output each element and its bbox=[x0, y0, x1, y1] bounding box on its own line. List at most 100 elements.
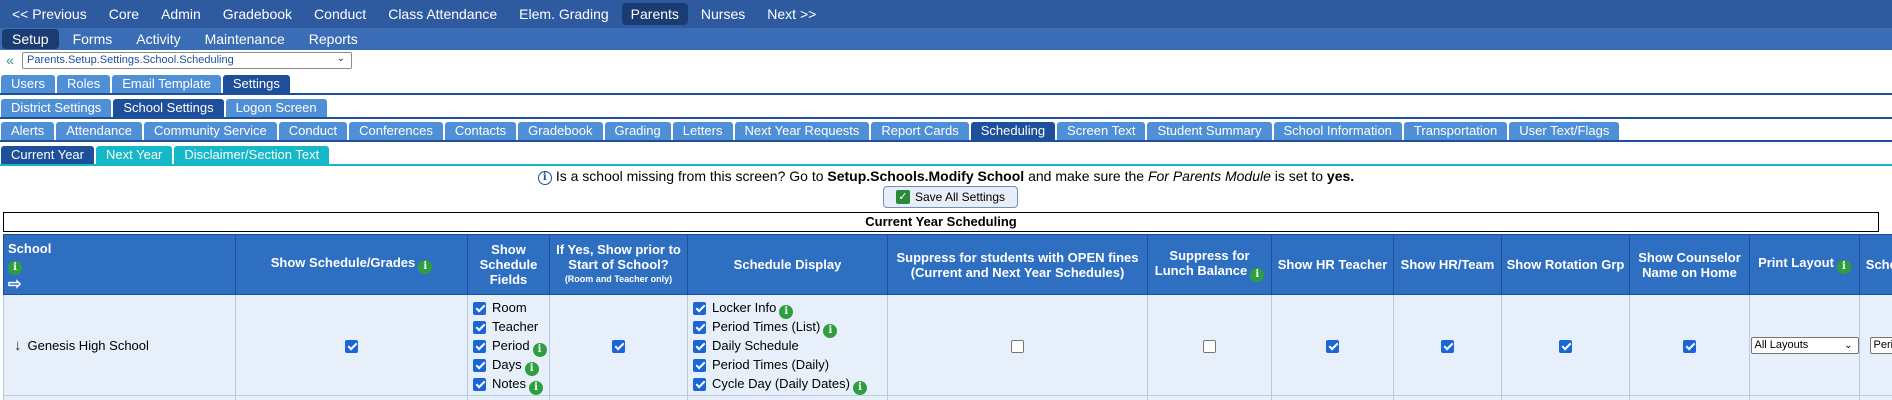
tab-divider bbox=[0, 93, 1892, 95]
show-counselor-cell bbox=[1629, 294, 1750, 396]
nav-conduct[interactable]: Conduct bbox=[305, 3, 375, 25]
tab-conferences[interactable]: Conferences bbox=[349, 122, 443, 140]
save-all-settings-button[interactable]: ✓ Save All Settings bbox=[883, 186, 1018, 208]
sub-nav: Setup Forms Activity Maintenance Reports bbox=[0, 28, 1892, 50]
display-period-times-list-checkbox[interactable] bbox=[693, 320, 706, 334]
display-cycle-day-checkbox[interactable] bbox=[693, 377, 706, 391]
subnav-forms[interactable]: Forms bbox=[63, 29, 123, 49]
tab-district-settings[interactable]: District Settings bbox=[1, 99, 112, 117]
tab-next-year[interactable]: Next Year bbox=[96, 146, 173, 164]
print-layout-select[interactable]: All Layouts ⌄ bbox=[1750, 337, 1859, 354]
nav-class-attendance[interactable]: Class Attendance bbox=[379, 3, 506, 25]
table-header-row: School i ⇨ Show Schedule/Grades i Show Sc… bbox=[3, 234, 1892, 295]
tab-scheduling[interactable]: Scheduling bbox=[970, 122, 1056, 140]
subnav-setup[interactable]: Setup bbox=[2, 29, 59, 49]
tab-settings[interactable]: Settings bbox=[222, 75, 290, 93]
tabs-row-4: Current Year Next Year Disclaimer/Sectio… bbox=[1, 146, 331, 164]
tabs-row-2: District Settings School Settings Logon … bbox=[1, 99, 329, 117]
tab-school-information[interactable]: School Information bbox=[1273, 122, 1402, 140]
print-layout-cell: All Layouts ⌄ bbox=[1749, 294, 1860, 396]
show-hr-teacher-checkbox[interactable] bbox=[1326, 339, 1339, 353]
tab-student-summary[interactable]: Student Summary bbox=[1147, 122, 1272, 140]
show-schedule-grades-checkbox[interactable] bbox=[345, 339, 358, 353]
modify-school-path: Setup.Schools.Modify School bbox=[827, 168, 1025, 184]
info-icon[interactable]: i bbox=[418, 260, 433, 274]
tabs-row-1: Users Roles Email Template Settings bbox=[1, 75, 292, 93]
down-arrow-icon[interactable]: ↓ bbox=[14, 337, 22, 354]
display-daily-schedule-checkbox[interactable] bbox=[693, 339, 706, 353]
tab-letters[interactable]: Letters bbox=[672, 122, 733, 140]
tab-conduct[interactable]: Conduct bbox=[278, 122, 348, 140]
info-icon[interactable]: i bbox=[852, 380, 867, 395]
col-if-yes-show-prior: If Yes, Show prior to Start of School? (R… bbox=[549, 234, 688, 295]
nav-core[interactable]: Core bbox=[100, 3, 148, 25]
field-notes-checkbox[interactable] bbox=[473, 377, 486, 391]
tab-school-settings[interactable]: School Settings bbox=[113, 99, 224, 117]
table-title: Current Year Scheduling bbox=[3, 212, 1879, 232]
schedule-sort-select[interactable]: Period⌄ bbox=[1869, 337, 1892, 354]
tab-gradebook[interactable]: Gradebook bbox=[518, 122, 603, 140]
tab-grading[interactable]: Grading bbox=[604, 122, 671, 140]
checkmark-icon: ✓ bbox=[895, 190, 910, 204]
tab-alerts[interactable]: Alerts bbox=[1, 122, 55, 140]
nav-gradebook[interactable]: Gradebook bbox=[214, 3, 301, 25]
breadcrumb-select[interactable]: Parents.Setup.Settings.School.Scheduling… bbox=[22, 51, 352, 69]
show-rotation-grp-cell bbox=[1501, 294, 1630, 396]
suppress-open-fines-checkbox[interactable] bbox=[1011, 339, 1024, 353]
breadcrumb: Parents.Setup.Settings.School.Scheduling bbox=[27, 54, 234, 66]
info-icon[interactable]: i bbox=[8, 261, 22, 275]
tab-logon-screen[interactable]: Logon Screen bbox=[225, 99, 327, 117]
schedule-display-cell: Locker Info i Period Times (List) i Daily … bbox=[687, 294, 888, 396]
tab-next-year-requests[interactable]: Next Year Requests bbox=[734, 122, 870, 140]
show-rotation-grp-checkbox[interactable] bbox=[1559, 339, 1572, 353]
tab-divider bbox=[0, 140, 1892, 142]
nav-previous[interactable]: << Previous bbox=[3, 3, 96, 25]
show-schedule-grades-cell bbox=[235, 294, 468, 396]
tab-current-year[interactable]: Current Year bbox=[1, 146, 94, 164]
show-hr-team-checkbox[interactable] bbox=[1441, 339, 1454, 353]
info-icon[interactable]: i bbox=[1250, 267, 1265, 282]
tab-users[interactable]: Users bbox=[1, 75, 55, 93]
display-period-times-daily-checkbox[interactable] bbox=[693, 358, 706, 372]
col-schedule-sort: Schedule Sort bbox=[1859, 234, 1892, 295]
show-counselor-checkbox[interactable] bbox=[1683, 339, 1696, 353]
subnav-activity[interactable]: Activity bbox=[126, 29, 190, 49]
tab-divider bbox=[0, 117, 1892, 119]
info-icon[interactable]: i bbox=[823, 323, 838, 338]
collapse-icon[interactable]: « bbox=[2, 52, 18, 68]
suppress-lunch-checkbox[interactable] bbox=[1203, 339, 1216, 353]
suppress-lunch-cell bbox=[1147, 294, 1272, 396]
info-icon[interactable]: i bbox=[1836, 260, 1851, 274]
suppress-open-fines-cell bbox=[887, 294, 1148, 396]
tab-roles[interactable]: Roles bbox=[56, 75, 111, 93]
missing-school-notice: i Is a school missing from this screen? G… bbox=[0, 167, 1892, 185]
field-room-checkbox[interactable] bbox=[473, 301, 486, 315]
tab-disclaimer-section-text[interactable]: Disclaimer/Section Text bbox=[174, 146, 330, 164]
tab-user-text-flags[interactable]: User Text/Flags bbox=[1509, 122, 1620, 140]
col-school: School i ⇨ bbox=[3, 234, 236, 295]
field-teacher-checkbox[interactable] bbox=[473, 320, 486, 334]
tab-attendance[interactable]: Attendance bbox=[56, 122, 143, 140]
col-show-schedule-grades: Show Schedule/Grades i bbox=[235, 234, 468, 295]
nav-admin[interactable]: Admin bbox=[152, 3, 210, 25]
nav-next[interactable]: Next >> bbox=[758, 3, 825, 25]
nav-nurses[interactable]: Nurses bbox=[692, 3, 754, 25]
field-period-checkbox[interactable] bbox=[473, 339, 486, 353]
info-icon[interactable]: i bbox=[528, 380, 543, 395]
tab-email-template[interactable]: Email Template bbox=[112, 75, 221, 93]
tabs-row-3: Alerts Attendance Community Service Cond… bbox=[1, 122, 1621, 140]
nav-elem-grading[interactable]: Elem. Grading bbox=[510, 3, 617, 25]
tab-screen-text[interactable]: Screen Text bbox=[1057, 122, 1146, 140]
show-prior-checkbox[interactable] bbox=[612, 339, 625, 353]
right-arrow-icon[interactable]: ⇨ bbox=[8, 277, 233, 293]
tab-contacts[interactable]: Contacts bbox=[444, 122, 517, 140]
tab-transportation[interactable]: Transportation bbox=[1403, 122, 1508, 140]
col-show-hr-teacher: Show HR Teacher bbox=[1271, 234, 1394, 295]
subnav-reports[interactable]: Reports bbox=[299, 29, 368, 49]
tab-community-service[interactable]: Community Service bbox=[144, 122, 277, 140]
display-locker-info-checkbox[interactable] bbox=[693, 301, 706, 315]
field-days-checkbox[interactable] bbox=[473, 358, 486, 372]
nav-parents[interactable]: Parents bbox=[621, 3, 688, 25]
subnav-maintenance[interactable]: Maintenance bbox=[195, 29, 295, 49]
tab-report-cards[interactable]: Report Cards bbox=[871, 122, 969, 140]
